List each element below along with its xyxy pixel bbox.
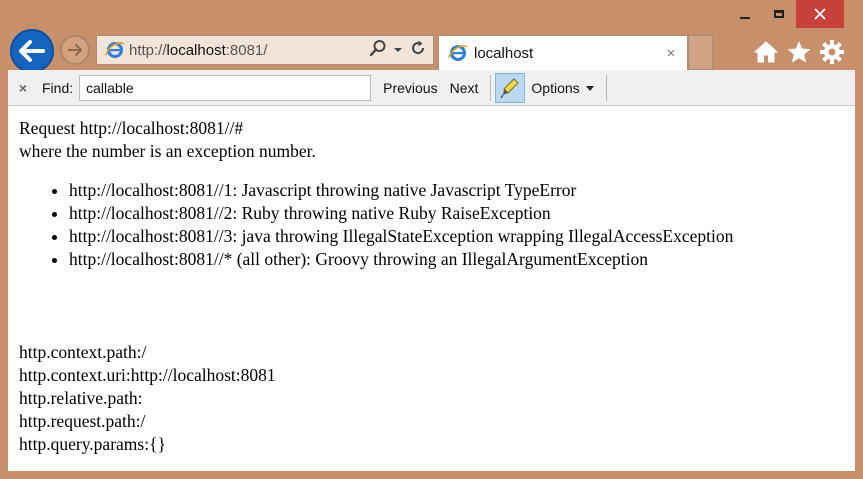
internet-explorer-icon: [101, 40, 129, 60]
tab-title: localhost: [474, 44, 534, 62]
forward-arrow-icon: [68, 44, 82, 56]
list-item: http://localhost:8081//* (all other): Gr…: [69, 248, 855, 271]
home-icon[interactable]: [752, 38, 780, 66]
context-line: http.request.path:/: [19, 411, 146, 431]
new-tab-button[interactable]: [688, 35, 713, 70]
close-icon: [814, 8, 826, 20]
address-text[interactable]: http://localhost:8081/: [129, 42, 369, 59]
highlight-button[interactable]: [495, 72, 526, 103]
tab-close-icon[interactable]: ×: [661, 45, 681, 62]
context-line: http.context.uri:http://localhost:8081: [19, 365, 276, 385]
address-bar[interactable]: http://localhost:8081/: [96, 35, 434, 65]
description-line: where the number is an exception number.: [19, 141, 316, 161]
find-options-button[interactable]: Options: [531, 79, 594, 96]
minimize-button[interactable]: [728, 0, 762, 28]
context-line: http.relative.path:: [19, 388, 143, 408]
find-label: Find:: [42, 79, 74, 96]
chevron-down-icon: [585, 86, 594, 91]
back-arrow-icon: [19, 40, 45, 62]
browser-window: http://localhost:8081/ localhost × × Fin…: [0, 0, 863, 479]
find-input[interactable]: [79, 74, 372, 101]
maximize-button[interactable]: [762, 0, 796, 28]
find-separator: [490, 74, 492, 101]
star-icon[interactable]: [785, 38, 813, 66]
maximize-icon: [774, 10, 784, 18]
search-icon[interactable]: [369, 39, 387, 62]
context-line: http.context.path:/: [19, 342, 147, 362]
minimize-icon: [740, 17, 750, 19]
chevron-down-icon[interactable]: [393, 41, 403, 59]
back-button[interactable]: [10, 29, 54, 73]
highlighter-icon: [500, 77, 520, 98]
page-content: Request http://localhost:8081//# where t…: [8, 106, 855, 471]
close-window-button[interactable]: [796, 0, 844, 28]
list-item: http://localhost:8081//1: Javascript thr…: [69, 179, 855, 202]
forward-button[interactable]: [60, 35, 90, 65]
find-bar: × Find: Previous Next Options: [8, 70, 855, 106]
find-close-icon[interactable]: ×: [12, 80, 34, 96]
tab-localhost[interactable]: localhost ×: [438, 35, 688, 70]
context-line: http.query.params:{}: [19, 434, 166, 454]
find-next-button[interactable]: Next: [450, 80, 479, 96]
gear-icon[interactable]: [818, 38, 846, 66]
list-item: http://localhost:8081//3: java throwing …: [69, 225, 855, 248]
internet-explorer-icon: [444, 43, 472, 63]
list-item: http://localhost:8081//2: Ruby throwing …: [69, 202, 855, 225]
options-label: Options: [531, 79, 580, 96]
find-previous-button[interactable]: Previous: [383, 80, 437, 96]
request-line: Request http://localhost:8081//#: [19, 118, 244, 138]
exception-list: http://localhost:8081//1: Javascript thr…: [19, 179, 855, 271]
find-separator: [605, 74, 607, 101]
refresh-icon[interactable]: [409, 39, 427, 62]
